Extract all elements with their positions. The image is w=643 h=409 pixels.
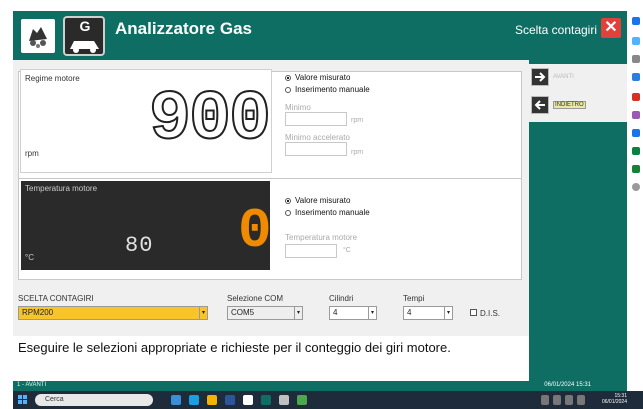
min-accel-unit: rpm — [351, 149, 364, 156]
taskbar-search[interactable]: Cerca — [35, 394, 153, 406]
back-label: INDIETRO — [553, 101, 586, 109]
title-bar: G Analizzatore Gas Scelta contagiri ✕ — [13, 11, 627, 60]
chevron-down-icon: ▾ — [294, 307, 302, 319]
app-icon[interactable] — [632, 147, 640, 155]
app-icon[interactable] — [632, 17, 640, 25]
temp-manual-unit: °C — [343, 247, 351, 254]
temp-small-value: 80 — [125, 233, 154, 258]
tray-icon[interactable] — [541, 395, 549, 405]
app-icon[interactable] — [297, 395, 307, 405]
rpm-title: Regime motore — [25, 74, 80, 83]
counter-select[interactable]: RPM200 ▾ — [18, 306, 208, 320]
times-select[interactable]: 4 ▾ — [403, 306, 453, 320]
temp-radio-manual-label: Inserimento manuale — [295, 208, 370, 217]
task-view-icon[interactable] — [171, 395, 181, 405]
minimum-input[interactable] — [285, 112, 347, 126]
app-icon[interactable] — [279, 395, 289, 405]
temp-value: 0 — [238, 199, 272, 263]
forward-button[interactable] — [531, 68, 549, 86]
tray-icon[interactable] — [577, 395, 585, 405]
rpm-radio-manual[interactable]: Inserimento manuale — [285, 85, 370, 94]
taskbar: Cerca 15:31 06/01/2024 — [13, 391, 643, 409]
arrow-right-icon — [535, 72, 546, 82]
temp-radio-manual[interactable]: Inserimento manuale — [285, 208, 370, 217]
temp-radio-measured-label: Valore misurato — [295, 196, 351, 205]
chevron-down-icon: ▾ — [199, 307, 207, 319]
rpm-radio-manual-label: Inserimento manuale — [295, 85, 370, 94]
counter-label: SCELTA CONTAGIRI — [18, 294, 94, 303]
min-accel-input[interactable] — [285, 142, 347, 156]
chevron-down-icon: ▾ — [368, 307, 376, 319]
explorer-icon[interactable] — [207, 395, 217, 405]
com-select-value: COM5 — [231, 308, 255, 317]
minimum-label: Minimo — [285, 103, 311, 112]
com-label: Selezione COM — [227, 294, 284, 303]
times-select-value: 4 — [407, 308, 412, 317]
tray-icon[interactable] — [553, 395, 561, 405]
app-window: G Analizzatore Gas Scelta contagiri ✕ AV… — [13, 11, 627, 391]
status-bar: 1 - AVANTI 06/01/2024 15:31 — [13, 381, 627, 391]
app-icon[interactable] — [632, 37, 640, 45]
instruction-message: Eseguire le selezioni appropriate e rich… — [18, 340, 451, 355]
app-icon[interactable] — [261, 395, 271, 405]
app-icon[interactable] — [632, 73, 640, 81]
min-accel-label: Minimo accelerato — [285, 133, 350, 142]
windows-start-icon[interactable] — [18, 395, 28, 405]
rpm-value: 900 — [148, 80, 272, 161]
taskbar-search-text: Cerca — [45, 396, 64, 403]
dis-label: D.I.S. — [480, 309, 501, 318]
counter-select-value: RPM200 — [22, 308, 54, 317]
screen: G Analizzatore Gas Scelta contagiri ✕ AV… — [0, 0, 643, 409]
side-nav-box: AVANTI INDIETRO — [529, 64, 627, 122]
app-logo-icon — [21, 19, 55, 53]
cylinders-select[interactable]: 4 ▾ — [329, 306, 377, 320]
back-button[interactable] — [531, 96, 549, 114]
edge-icon[interactable] — [189, 395, 199, 405]
settings-icon[interactable] — [243, 395, 253, 405]
app-icon[interactable] — [632, 129, 640, 137]
temp-unit: °C — [25, 253, 34, 262]
logo-letter: G — [79, 18, 91, 34]
times-label: Tempi — [403, 294, 425, 303]
cylinders-select-value: 4 — [333, 308, 338, 317]
app-icon[interactable] — [632, 111, 640, 119]
cylinders-label: Cilindri — [329, 294, 354, 303]
taskbar-clock[interactable]: 15:31 06/01/2024 — [602, 393, 627, 405]
search-icon[interactable] — [632, 55, 640, 63]
temp-manual-input[interactable] — [285, 244, 337, 258]
app-icon[interactable] — [225, 395, 235, 405]
temp-title: Temperatura motore — [25, 184, 98, 193]
tray-icon[interactable] — [565, 395, 573, 405]
clock-date: 06/01/2024 — [601, 399, 627, 405]
rpm-radio-measured-label: Valore misurato — [295, 73, 351, 82]
app-icon[interactable] — [632, 93, 640, 101]
add-icon[interactable] — [632, 183, 640, 191]
forward-label: AVANTI — [553, 74, 574, 80]
rpm-unit: rpm — [25, 149, 39, 158]
dis-checkbox[interactable] — [470, 309, 477, 316]
arrow-left-icon — [534, 100, 545, 110]
rpm-radio-measured[interactable]: Valore misurato — [285, 73, 350, 82]
choose-counter-label: Scelta contagiri — [514, 23, 597, 37]
close-button[interactable]: ✕ — [601, 18, 621, 38]
window-title: Analizzatore Gas — [115, 19, 252, 38]
desktop-right-sidebar — [629, 11, 643, 391]
chevron-down-icon: ▾ — [444, 307, 452, 319]
app-icon[interactable] — [632, 165, 640, 173]
side-navigation: AVANTI INDIETRO — [529, 60, 627, 381]
temp-radio-measured[interactable]: Valore misurato — [285, 196, 350, 205]
minimum-unit: rpm — [351, 117, 364, 124]
com-select[interactable]: COM5 ▾ — [227, 306, 303, 320]
gas-analyzer-logo-icon: G — [63, 16, 105, 56]
temp-manual-label: Temperatura motore — [285, 233, 358, 242]
status-left: 1 - AVANTI — [17, 382, 47, 388]
status-datetime: 06/01/2024 15:31 — [544, 382, 591, 388]
